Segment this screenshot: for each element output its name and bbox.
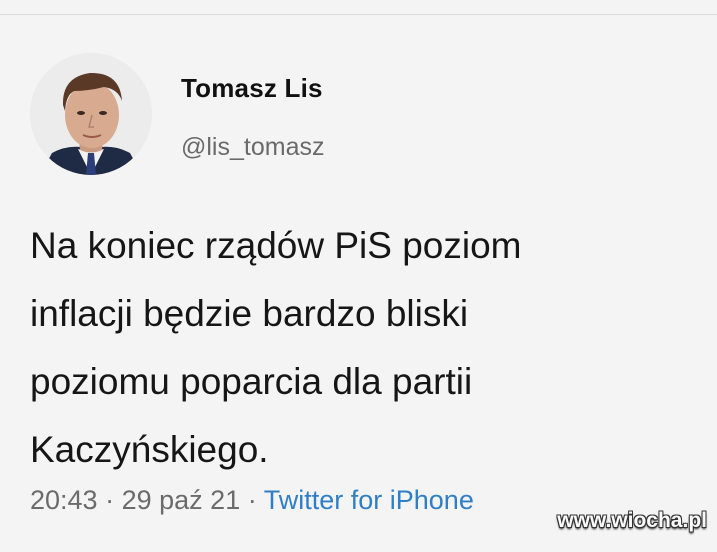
meta-separator: · [247, 485, 257, 515]
tweet-card: Tomasz Lis @lis_tomasz Na koniec rządów … [0, 15, 717, 552]
display-name[interactable]: Tomasz Lis [181, 73, 323, 104]
meta-separator: · [105, 485, 115, 515]
tweet-text: Na koniec rządów PiS poziom inflacji będ… [30, 212, 710, 484]
tweet-line: inflacji będzie bardzo bliski [30, 293, 469, 334]
tweet-line: poziomu poparcia dla partii [30, 361, 473, 402]
user-handle[interactable]: @lis_tomasz [181, 133, 324, 162]
profile-photo-icon [30, 53, 152, 175]
tweet-meta: 20:43 · 29 paź 21 · Twitter for iPhone [30, 485, 474, 516]
avatar[interactable] [30, 53, 152, 175]
tweet-line: Na koniec rządów PiS poziom [30, 225, 522, 266]
watermark: www.wiocha.pl [557, 509, 707, 532]
tweet-date[interactable]: 29 paź 21 [122, 485, 241, 515]
tweet-line: Kaczyńskiego. [30, 429, 269, 470]
tweet-source-link[interactable]: Twitter for iPhone [264, 485, 474, 515]
tweet-time[interactable]: 20:43 [30, 485, 98, 515]
